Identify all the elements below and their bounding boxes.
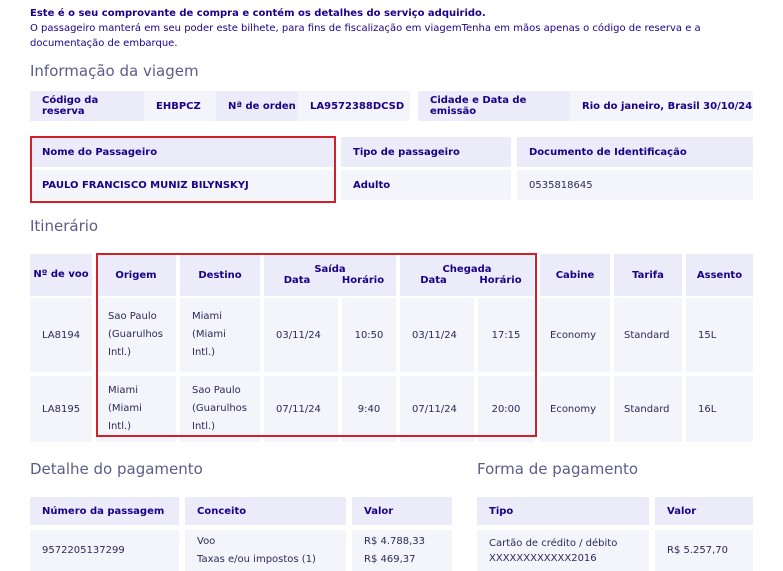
row1-destino: Miami (Miami Intl.) — [180, 298, 260, 372]
row1-voo: LA8194 — [30, 298, 92, 372]
nome-value: PAULO FRANCISCO MUNIZ BILYNSKYJ — [30, 170, 336, 200]
row1-chegada-hora: 17:15 — [478, 298, 534, 372]
row2-chegada-hora: 20:00 — [478, 376, 534, 442]
row1-assento: 15L — [686, 298, 753, 372]
th-chegada-horario: Horário — [479, 275, 522, 286]
th-voo: Nº de voo — [30, 254, 92, 296]
pd-h-numero: Número da passagem — [30, 497, 179, 525]
pd-h-valor: Valor — [352, 497, 452, 525]
intro-text: Este é o seu comprovante de compra e con… — [30, 6, 760, 51]
th-saida: Saída Data Horário — [264, 254, 396, 296]
pd-valor: R$ 4.788,33 R$ 469,37 — [352, 530, 452, 571]
row2-assento: 16L — [686, 376, 753, 442]
trip-info-title: Informação da viagem — [30, 62, 199, 80]
ordem-label: Nª de orden — [216, 91, 298, 121]
cidade-label: Cidade e Data de emissão — [418, 91, 570, 121]
row2-destino: Sao Paulo (Guarulhos Intl.) — [180, 376, 260, 442]
th-chegada-data: Data — [420, 275, 447, 286]
row2-origem: Miami (Miami Intl.) — [96, 376, 176, 442]
intro-line-2: O passageiro manterá em seu poder este b… — [30, 23, 701, 49]
tipo-value: Adulto — [341, 170, 511, 200]
doc-label: Documento de Identificação — [517, 137, 753, 167]
th-saida-label: Saída — [314, 264, 346, 275]
payment-form-title: Forma de pagamento — [477, 460, 639, 478]
pd-numero: 9572205137299 — [30, 530, 179, 571]
row1-chegada-data: 03/11/24 — [400, 298, 474, 372]
cidade-value: Rio do janeiro, Brasil 30/10/24 — [570, 91, 753, 121]
th-chegada-label: Chegada — [442, 264, 492, 275]
row2-saida-hora: 9:40 — [342, 376, 396, 442]
th-origem: Origem — [96, 254, 176, 296]
reserva-value: EHBPCZ — [144, 91, 216, 121]
row2-chegada-data: 07/11/24 — [400, 376, 474, 442]
th-chegada: Chegada Data Horário — [400, 254, 534, 296]
ordem-value: LA9572388DCSD — [298, 91, 410, 121]
row2-cabine: Economy — [540, 376, 610, 442]
pf-tipo: Cartão de crédito / débito XXXXXXXXXXXX20… — [477, 530, 649, 571]
row1-origem: Sao Paulo (Guarulhos Intl.) — [96, 298, 176, 372]
pf-valor: R$ 5.257,70 — [655, 530, 753, 571]
row1-cabine: Economy — [540, 298, 610, 372]
pf-h-tipo: Tipo — [477, 497, 649, 525]
row1-saida-hora: 10:50 — [342, 298, 396, 372]
itinerary-title: Itinerário — [30, 217, 99, 235]
row2-saida-data: 07/11/24 — [264, 376, 338, 442]
row2-voo: LA8195 — [30, 376, 92, 442]
th-saida-data: Data — [283, 275, 311, 286]
pd-h-conceito: Conceito — [185, 497, 346, 525]
row2-tarifa: Standard — [614, 376, 682, 442]
doc-value: 0535818645 — [517, 170, 753, 200]
th-tarifa: Tarifa — [614, 254, 682, 296]
pf-h-valor: Valor — [655, 497, 753, 525]
payment-detail-title: Detalhe do pagamento — [30, 460, 203, 478]
row1-tarifa: Standard — [614, 298, 682, 372]
pd-conceito: Voo Taxas e/ou impostos (1) — [185, 530, 346, 571]
nome-label: Nome do Passageiro — [30, 137, 336, 167]
th-saida-horario: Horário — [341, 275, 385, 286]
row1-saida-data: 03/11/24 — [264, 298, 338, 372]
th-cabine: Cabine — [540, 254, 610, 296]
th-destino: Destino — [180, 254, 260, 296]
th-assento: Assento — [686, 254, 753, 296]
tipo-label: Tipo de passageiro — [341, 137, 511, 167]
intro-line-1: Este é o seu comprovante de compra e con… — [30, 8, 486, 19]
reserva-label: Código da reserva — [30, 91, 144, 121]
